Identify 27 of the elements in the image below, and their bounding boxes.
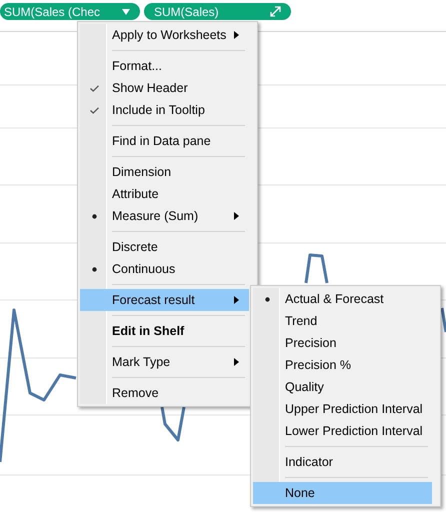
menu-item[interactable]: Show Header: [80, 77, 249, 99]
menu-item[interactable]: Continuous: [80, 258, 249, 280]
menu-item[interactable]: Indicator: [253, 451, 432, 473]
menu-item[interactable]: None: [253, 482, 432, 504]
menu-item[interactable]: Lower Prediction Interval: [253, 420, 432, 442]
menu-item[interactable]: Measure (Sum): [80, 205, 249, 227]
menu-item[interactable]: Apply to Worksheets: [80, 24, 249, 46]
menu-item[interactable]: Quality: [253, 376, 432, 398]
chart-line-segment: [440, 308, 446, 332]
menu-item[interactable]: Attribute: [80, 183, 249, 205]
caret-icon[interactable]: [122, 8, 130, 14]
menu-item[interactable]: Dimension: [80, 161, 249, 183]
menu-item[interactable]: Precision: [253, 332, 432, 354]
menu-item[interactable]: Forecast result: [80, 289, 249, 311]
menu-item[interactable]: Trend: [253, 310, 432, 332]
menu-item[interactable]: Upper Prediction Interval: [253, 398, 432, 420]
menu-item[interactable]: Find in Data pane: [80, 130, 249, 152]
menu-item[interactable]: Mark Type: [80, 351, 249, 373]
menu-item[interactable]: Edit in Shelf: [80, 320, 249, 342]
menu-item[interactable]: Remove: [80, 382, 249, 404]
menu-item[interactable]: Format...: [80, 55, 249, 77]
chart-line-segment: [304, 254, 328, 284]
menu-item[interactable]: Include in Tooltip: [80, 99, 249, 121]
menu-item[interactable]: Discrete: [80, 236, 249, 258]
menu-item[interactable]: Actual & Forecast: [253, 288, 432, 310]
chart-line-segment: [160, 406, 186, 442]
menu-item[interactable]: Precision %: [253, 354, 432, 376]
